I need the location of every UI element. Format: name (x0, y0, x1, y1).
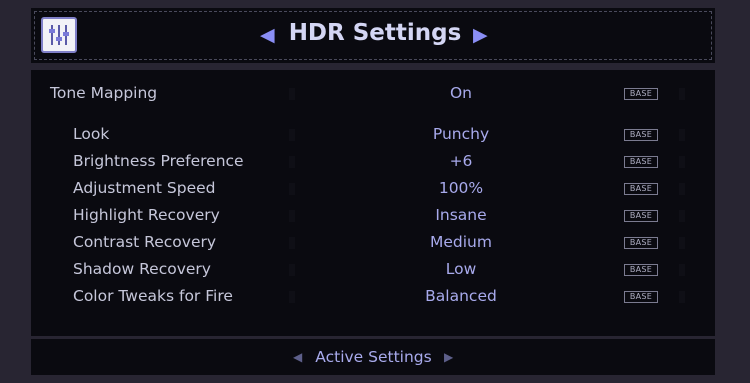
setting-row-contrast-recovery[interactable]: Contrast Recovery Medium BASE (31, 230, 715, 256)
row-marker (289, 237, 295, 249)
setting-value[interactable]: Punchy (361, 125, 561, 143)
setting-label: Brightness Preference (73, 152, 244, 170)
row-marker (289, 264, 295, 276)
setting-label: Color Tweaks for Fire (73, 287, 233, 305)
setting-value[interactable]: Low (361, 260, 561, 278)
base-badge: BASE (624, 88, 658, 100)
row-marker (679, 264, 685, 276)
row-marker (289, 183, 295, 195)
row-marker (289, 156, 295, 168)
row-marker (679, 88, 685, 100)
setting-row-brightness-preference[interactable]: Brightness Preference +6 BASE (31, 149, 715, 175)
setting-row-tone-mapping[interactable]: Tone Mapping On BASE (31, 81, 715, 107)
setting-value[interactable]: Medium (361, 233, 561, 251)
setting-value[interactable]: 100% (361, 179, 561, 197)
base-badge: BASE (624, 210, 658, 222)
base-badge: BASE (624, 237, 658, 249)
sliders-icon[interactable] (41, 17, 77, 53)
setting-value[interactable]: Insane (361, 206, 561, 224)
base-badge: BASE (624, 156, 658, 168)
setting-row-adjustment-speed[interactable]: Adjustment Speed 100% BASE (31, 176, 715, 202)
row-marker (289, 291, 295, 303)
row-marker (679, 291, 685, 303)
setting-row-shadow-recovery[interactable]: Shadow Recovery Low BASE (31, 257, 715, 283)
setting-row-look[interactable]: Look Punchy BASE (31, 122, 715, 148)
footer-next-arrow-icon[interactable]: ▶ (444, 350, 453, 364)
setting-value[interactable]: Balanced (361, 287, 561, 305)
setting-row-highlight-recovery[interactable]: Highlight Recovery Insane BASE (31, 203, 715, 229)
base-badge: BASE (624, 291, 658, 303)
setting-value[interactable]: On (361, 84, 561, 102)
next-page-arrow-icon[interactable]: ▶ (473, 26, 488, 45)
settings-panel: Tone Mapping On BASE Look Punchy BASE Br… (31, 70, 715, 336)
base-badge: BASE (624, 183, 658, 195)
row-marker (679, 237, 685, 249)
setting-label: Contrast Recovery (73, 233, 217, 251)
row-marker (679, 210, 685, 222)
row-marker (679, 156, 685, 168)
prev-page-arrow-icon[interactable]: ◀ (260, 26, 275, 45)
row-marker (679, 183, 685, 195)
setting-row-color-tweaks-for-fire[interactable]: Color Tweaks for Fire Balanced BASE (31, 284, 715, 310)
setting-label: Adjustment Speed (73, 179, 216, 197)
row-marker (679, 129, 685, 141)
base-badge: BASE (624, 129, 658, 141)
page-title: HDR Settings (288, 20, 462, 46)
setting-label: Look (73, 125, 110, 143)
setting-label: Tone Mapping (50, 84, 158, 102)
setting-label: Shadow Recovery (73, 260, 211, 278)
footer-label[interactable]: Active Settings (281, 348, 466, 366)
setting-label: Highlight Recovery (73, 206, 220, 224)
row-marker (289, 88, 295, 100)
row-marker (289, 129, 295, 141)
row-marker (289, 210, 295, 222)
base-badge: BASE (624, 264, 658, 276)
footer-bar: ◀ Active Settings ▶ (31, 339, 715, 375)
setting-value[interactable]: +6 (361, 152, 561, 170)
